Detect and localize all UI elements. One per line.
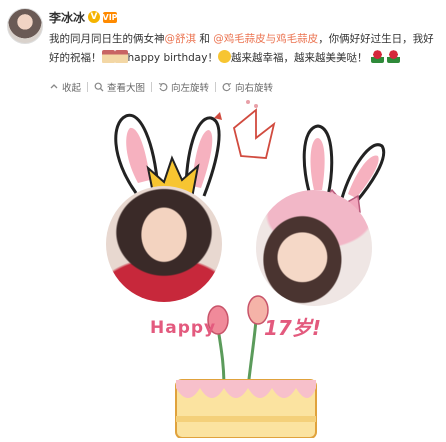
view-large-label: 查看大图 [107,83,146,94]
rotate-left-icon [158,82,168,92]
smile-emoji-icon [217,50,231,63]
toolbar-divider [151,82,153,92]
view-large-button[interactable]: 查看大图 [94,80,145,94]
collapse-icon [50,84,58,89]
age-label: 17岁! [264,316,321,340]
v-badge-icon[interactable]: V [88,11,101,23]
rose-emoji-icon [370,50,384,63]
mention-link-1[interactable]: @舒淇 [165,33,197,45]
post-text: 我的同月同日生的俩女神@舒淇 和 @鸡毛蒜皮与鸡毛蒜皮，你俩好好过生日，我好好的… [49,30,434,68]
rotate-left-label: 向左旋转 [171,83,210,94]
text-part-5: 越来越幸福，越来越美美哒！ [230,52,368,64]
cake-emoji-icon [114,50,128,63]
toolbar-divider [215,82,217,92]
cake-emoji-icon [101,50,115,63]
username-link[interactable]: 李冰冰 [49,9,85,26]
zoom-icon [94,82,104,92]
text-part-2: 和 [196,33,214,45]
avatar[interactable] [7,8,43,44]
text-part-4: happy birthday！ [127,52,218,64]
toolbar-divider [87,82,89,92]
photo-right [256,190,372,306]
rotate-left-button[interactable]: 向左旋转 [158,80,209,94]
author-row: 李冰冰 V VIP [49,9,118,26]
mention-link-2[interactable]: @鸡毛蒜皮与鸡毛蒜皮 [213,33,318,45]
collapse-label: 收起 [62,83,82,94]
image-toolbar: 收起 查看大图 向左旋转 向右旋转 [49,80,273,94]
rotate-right-icon [222,82,232,92]
photo-left [106,186,222,302]
weibo-post: 李冰冰 V VIP 我的同月同日生的俩女神@舒淇 和 @鸡毛蒜皮与鸡毛蒜皮，你俩… [0,0,446,442]
rose-emoji-icon [387,50,401,63]
text-part-1: 我的同月同日生的俩女神 [49,33,165,45]
bunny-ear-right-1-inner [310,138,325,190]
cake-stripe [176,416,316,422]
collapse-button[interactable]: 收起 [49,80,81,94]
happy-label: Happy [150,318,217,338]
vip-badge-icon[interactable]: VIP [103,11,118,23]
rotate-right-button[interactable]: 向右旋转 [222,80,273,94]
origami-bird-icon [232,108,276,159]
rotate-right-label: 向右旋转 [235,83,274,94]
flower-stem-right [246,319,258,389]
